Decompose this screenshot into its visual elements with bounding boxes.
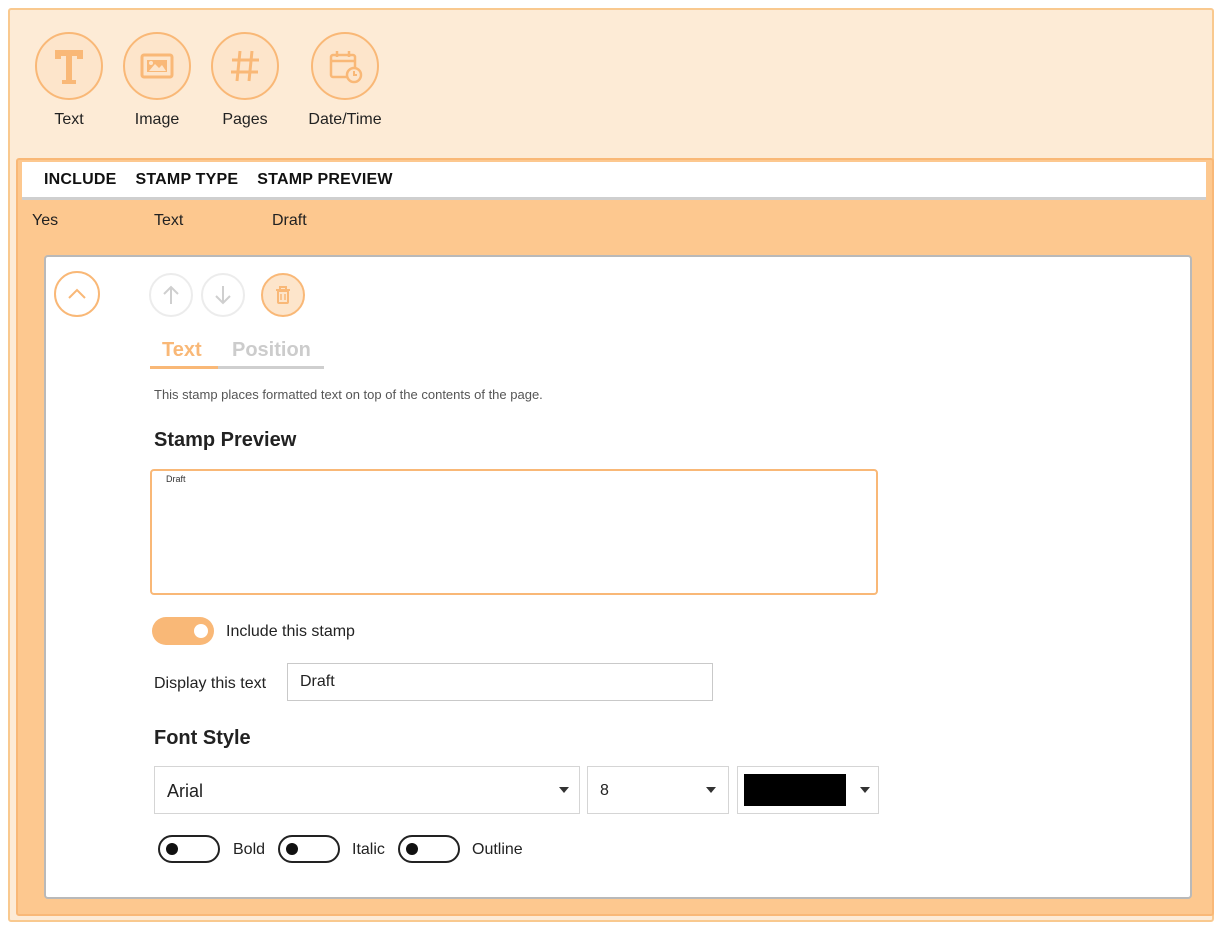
arrow-up-icon <box>163 285 179 304</box>
row-preview-cell: Draft <box>272 212 307 229</box>
display-text-label: Display this text <box>154 675 267 692</box>
tab-position[interactable]: Position <box>232 339 311 362</box>
image-icon <box>123 32 191 100</box>
move-up-button[interactable] <box>149 273 193 317</box>
add-datetime-stamp-button[interactable]: Date/Time <box>300 32 390 129</box>
delete-button[interactable] <box>261 273 305 317</box>
active-tab-indicator <box>150 366 218 369</box>
tab-text[interactable]: Text <box>162 339 202 362</box>
outline-label: Outline <box>472 841 523 858</box>
add-text-stamp-button[interactable]: Text <box>24 32 114 129</box>
chevron-down-icon <box>860 787 870 793</box>
text-icon <box>35 32 103 100</box>
stamp-grid-panel: INCLUDE STAMP TYPE STAMP PREVIEW Yes Tex… <box>16 158 1214 916</box>
chevron-down-icon <box>706 787 716 793</box>
row-include-cell: Yes <box>32 212 59 229</box>
editor-tabs: Text Position <box>150 339 324 369</box>
include-stamp-label: Include this stamp <box>226 623 355 640</box>
stamp-description: This stamp places formatted text on top … <box>154 387 543 402</box>
stamp-preview-text: Draft <box>166 474 186 484</box>
font-color-select[interactable] <box>737 766 879 814</box>
outline-toggle[interactable] <box>398 835 460 863</box>
italic-toggle[interactable] <box>278 835 340 863</box>
hash-icon <box>211 32 279 100</box>
font-style-heading: Font Style <box>154 727 251 749</box>
calendar-clock-icon <box>311 32 379 100</box>
font-family-value: Arial <box>167 781 204 801</box>
font-size-select[interactable]: 8 <box>587 766 729 814</box>
add-page-number-stamp-button[interactable]: Pages <box>200 32 290 129</box>
stamp-preview-box: Draft <box>150 469 878 595</box>
add-image-stamp-button[interactable]: Image <box>112 32 202 129</box>
grid-header: INCLUDE STAMP TYPE STAMP PREVIEW <box>22 162 1206 200</box>
collapse-button[interactable] <box>54 271 100 317</box>
font-color-swatch <box>744 774 846 806</box>
display-text-input[interactable] <box>287 663 713 701</box>
italic-label: Italic <box>352 841 385 858</box>
column-header-stamp-type[interactable]: STAMP TYPE <box>136 171 239 189</box>
font-family-select[interactable]: Arial <box>154 766 580 814</box>
arrow-down-icon <box>215 286 231 305</box>
chevron-up-icon <box>68 288 86 299</box>
column-header-include[interactable]: INCLUDE <box>44 171 117 189</box>
stamp-editor-card: Text Position This stamp places formatte… <box>44 255 1192 899</box>
bold-toggle[interactable] <box>158 835 220 863</box>
font-size-value: 8 <box>600 782 609 799</box>
table-row[interactable]: Yes Text Draft <box>20 202 1210 236</box>
move-down-button[interactable] <box>201 273 245 317</box>
bold-label: Bold <box>233 841 266 858</box>
include-stamp-toggle[interactable] <box>152 617 214 645</box>
stamp-preview-heading: Stamp Preview <box>154 429 297 451</box>
row-type-cell: Text <box>154 212 184 229</box>
trash-icon <box>276 286 290 304</box>
chevron-down-icon <box>559 787 569 793</box>
column-header-stamp-preview[interactable]: STAMP PREVIEW <box>257 171 392 189</box>
